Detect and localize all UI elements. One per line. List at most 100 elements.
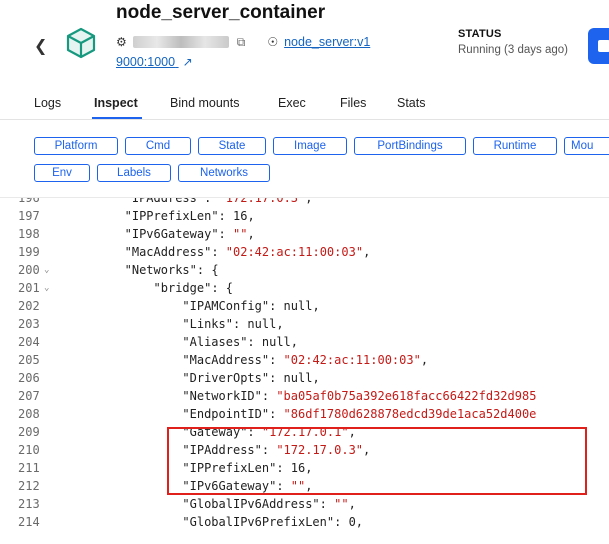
tab-exec[interactable]: Exec — [278, 96, 306, 110]
json-separator: : — [269, 299, 284, 313]
json-value: "172.17.0.1" — [261, 425, 349, 439]
inspect-json-viewer[interactable]: 196 "IPAddress": "172.17.0.3", 197 "IPPrefi… — [0, 197, 609, 544]
code-text: "GlobalIPv6PrefixLen": 0, — [182, 513, 363, 531]
external-link-icon[interactable]: ↗ — [183, 55, 193, 69]
code-line: 198 "IPv6Gateway": "", — [0, 225, 609, 243]
filter-networks[interactable]: Networks — [178, 164, 270, 182]
line-number: 206 — [18, 371, 40, 385]
code-line: 197 "IPPrefixLen": 16, — [0, 207, 609, 225]
line-number: 203 — [18, 317, 40, 331]
code-text: "IPAddress": "172.17.0.3", — [182, 441, 370, 459]
container-id-blurred — [132, 36, 229, 48]
code-text: "IPAddress": "172.17.0.3", — [124, 197, 313, 207]
tab-logs[interactable]: Logs — [34, 96, 61, 110]
json-separator: : — [204, 197, 219, 205]
json-key: "MacAddress" — [182, 353, 270, 367]
code-text: "IPv6Gateway": "", — [182, 477, 312, 495]
code-line: 214 "GlobalIPv6PrefixLen": 0, — [0, 513, 609, 531]
json-value: null — [247, 317, 277, 331]
json-punctuation: , — [348, 497, 356, 511]
filter-cmd[interactable]: Cmd — [125, 137, 191, 155]
back-chevron-icon[interactable]: ❮ — [34, 36, 47, 56]
code-line: 202 "IPAMConfig": null, — [0, 297, 609, 315]
code-line: 213 "GlobalIPv6Address": "", — [0, 495, 609, 513]
json-key: "Networks" — [124, 263, 197, 277]
code-line: 201 ⌄ "bridge": { — [0, 279, 609, 297]
port-link[interactable]: 9000:1000 ↗ — [116, 55, 193, 69]
json-key: "IPAddress" — [124, 197, 205, 205]
code-line: 212 "IPv6Gateway": "", — [0, 477, 609, 495]
fold-chevron-icon[interactable]: ⌄ — [44, 261, 49, 279]
code-text: "MacAddress": "02:42:ac:11:00:03", — [125, 243, 371, 261]
code-line: 203 "Links": null, — [0, 315, 609, 333]
json-punctuation: , — [420, 353, 429, 367]
container-header: ❮ node_server_container ⚙ ⧉ ☉ node_serve… — [0, 0, 609, 86]
code-line: 199 "MacAddress": "02:42:ac:11:00:03", — [0, 243, 609, 261]
tab-files[interactable]: Files — [340, 96, 366, 110]
code-text: "DriverOpts": null, — [182, 369, 319, 387]
json-key: "EndpointID" — [182, 407, 270, 421]
line-number: 212 — [18, 479, 40, 493]
filter-labels[interactable]: Labels — [97, 164, 171, 182]
json-key: "Links" — [182, 317, 233, 331]
filter-env[interactable]: Env — [34, 164, 90, 182]
code-text: "Links": null, — [182, 315, 283, 333]
line-number: 198 — [18, 227, 40, 241]
line-number: 211 — [18, 461, 40, 475]
filter-state[interactable]: State — [198, 137, 266, 155]
json-punctuation: , — [276, 317, 284, 331]
filter-portbindings[interactable]: PortBindings — [354, 137, 466, 155]
code-line: 200 ⌄ "Networks": { — [0, 261, 609, 279]
json-punctuation: , — [247, 227, 255, 241]
fold-chevron-icon[interactable]: ⌄ — [44, 279, 49, 297]
filter-image[interactable]: Image — [273, 137, 347, 155]
json-key: "Gateway" — [182, 425, 248, 439]
tab-inspect[interactable]: Inspect — [94, 96, 138, 110]
json-separator: : — [196, 263, 212, 277]
code-line: 204 "Aliases": null, — [0, 333, 609, 351]
tab-stats[interactable]: Stats — [397, 96, 426, 110]
json-separator: : — [319, 497, 335, 511]
code-text: "EndpointID": "86df1780d628878edcd39de1a… — [182, 405, 536, 423]
json-key: "Aliases" — [182, 335, 248, 349]
json-key: "GlobalIPv6Address" — [182, 497, 320, 511]
line-number: 207 — [18, 389, 40, 403]
json-key: "GlobalIPv6PrefixLen" — [182, 515, 335, 529]
code-text: "IPPrefixLen": 16, — [125, 207, 255, 225]
json-separator: : — [218, 209, 233, 223]
line-number: 199 — [18, 245, 40, 259]
code-line: 206 "DriverOpts": null, — [0, 369, 609, 387]
port-mapping[interactable]: 9000:1000 — [116, 55, 175, 69]
filter-runtime[interactable]: Runtime — [473, 137, 557, 155]
code-text: "Gateway": "172.17.0.1", — [182, 423, 355, 441]
code-line: 205 "MacAddress": "02:42:ac:11:00:03", — [0, 351, 609, 369]
code-text: "MacAddress": "02:42:ac:11:00:03", — [182, 351, 428, 369]
line-number: 204 — [18, 335, 40, 349]
copy-icon[interactable]: ⧉ — [237, 35, 246, 50]
json-punctuation: , — [305, 197, 313, 205]
json-separator: : — [218, 227, 233, 241]
json-key: "IPv6Gateway" — [182, 479, 277, 493]
line-number: 197 — [18, 209, 40, 223]
stop-button[interactable] — [588, 28, 609, 64]
json-punctuation: , — [355, 515, 364, 529]
code-text: "NetworkID": "ba05af0b75a392e618facc6642… — [182, 387, 536, 405]
code-text: "GlobalIPv6Address": "", — [182, 495, 355, 513]
json-separator: : — [269, 353, 284, 367]
json-separator: : — [232, 317, 248, 331]
json-punctuation: { — [225, 281, 233, 295]
json-key: "IPPrefixLen" — [124, 209, 219, 223]
filter-platform[interactable]: Platform — [34, 137, 118, 155]
json-key: "MacAddress" — [124, 245, 212, 259]
json-key: "bridge" — [153, 281, 212, 295]
json-key: "IPv6Gateway" — [124, 227, 219, 241]
json-key: "IPPrefixLen" — [182, 461, 277, 475]
code-line: 208 "EndpointID": "86df1780d628878edcd39d… — [0, 405, 609, 423]
json-key: "NetworkID" — [182, 389, 262, 403]
filter-mounts[interactable]: Mou — [564, 137, 609, 155]
code-text: "bridge": { — [154, 279, 233, 297]
json-value: "" — [290, 479, 306, 493]
tab-bind-mounts[interactable]: Bind mounts — [170, 96, 239, 110]
json-value: "ba05af0b75a392e618facc66422fd32d985 — [276, 389, 537, 403]
image-link[interactable]: node_server:v1 — [284, 35, 370, 49]
